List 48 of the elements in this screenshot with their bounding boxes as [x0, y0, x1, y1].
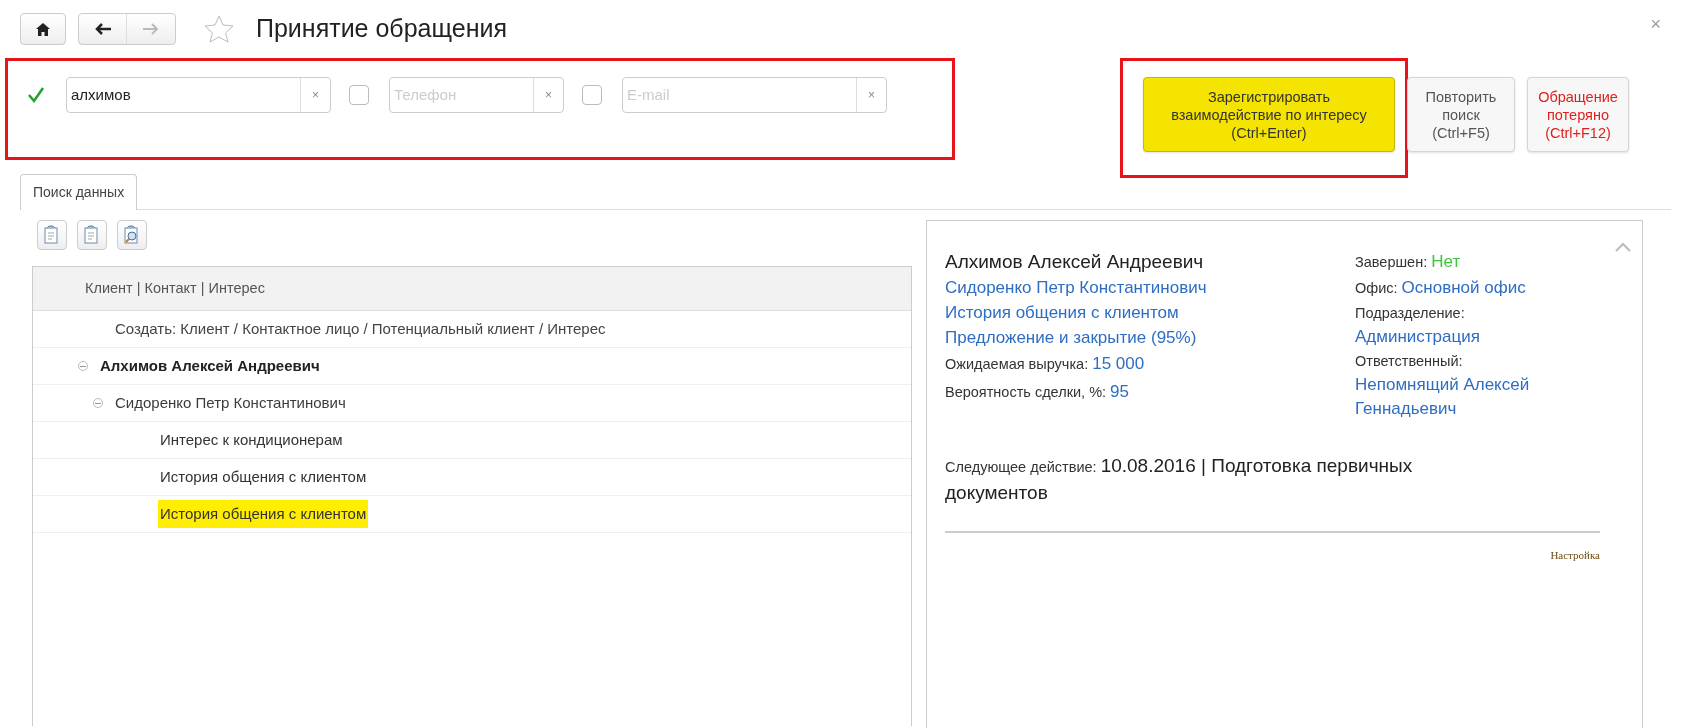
star-icon[interactable]: [204, 15, 234, 43]
column-header: Клиент | Контакт | Интерес: [33, 267, 911, 311]
field-label: Подразделение:: [1355, 304, 1466, 323]
clear-button[interactable]: ×: [300, 78, 330, 112]
tree-item[interactable]: Интерес к кондиционерам: [158, 425, 345, 455]
forward-arrow-icon: [143, 23, 159, 35]
tree-item[interactable]: Сидоренко Петр Константинович: [113, 388, 348, 418]
detail-link[interactable]: История общения с клиентом: [945, 300, 1355, 325]
checkbox[interactable]: [349, 85, 369, 105]
settings-link[interactable]: Настройка: [1550, 547, 1600, 564]
client-name: Алхимов Алексей Андреевич: [945, 250, 1205, 274]
search-document-icon[interactable]: [117, 220, 147, 250]
clear-button[interactable]: ×: [533, 78, 563, 112]
field-link[interactable]: Непомнящий Алексей Геннадьевич: [1355, 373, 1565, 421]
search-field[interactable]: алхимов ×: [66, 77, 331, 113]
detail-link[interactable]: Сидоренко Петр Константинович: [945, 275, 1355, 300]
tree-item[interactable]: История общения с клиентом: [158, 462, 369, 492]
field-link[interactable]: Администрация: [1355, 325, 1565, 349]
field-value: 95: [1110, 381, 1129, 403]
tree-item[interactable]: Алхимов Алексей Андреевич: [98, 351, 322, 381]
field-label: Завершен:: [1355, 253, 1428, 272]
checkbox[interactable]: [582, 85, 602, 105]
document-icon[interactable]: [37, 220, 67, 250]
detail-link[interactable]: Предложение и закрытие (95%): [945, 325, 1355, 350]
collapse-icon[interactable]: [1614, 241, 1632, 253]
document-icon[interactable]: [77, 220, 107, 250]
clear-button[interactable]: ×: [856, 78, 886, 112]
field-label: Ожидаемая выручка:: [945, 355, 1089, 374]
register-button[interactable]: Зарегистрировать взаимодействие по интересу (Ctrl+Enter): [1143, 77, 1395, 152]
retry-search-button[interactable]: Повторить поиск (Ctrl+F5): [1407, 77, 1515, 152]
field-value: 15 000: [1092, 353, 1145, 375]
tree-item[interactable]: История общения с клиентом: [158, 499, 369, 529]
tab[interactable]: Поиск данных: [20, 174, 138, 210]
home-icon: [36, 22, 50, 36]
checkbox[interactable]: [26, 85, 46, 105]
field-label: Офис:: [1355, 279, 1398, 298]
next-action: Следующее действие: 10.08.2016 | Подготовка первичных документов: [945, 454, 1414, 505]
field-link[interactable]: Основной офис: [1401, 275, 1526, 301]
back-arrow-icon: [94, 23, 111, 35]
field-label: Вероятность сделки, %:: [945, 383, 1107, 402]
status-value: Нет: [1431, 251, 1461, 273]
check-icon: [27, 86, 45, 104]
window-title: Принятие обращения: [256, 13, 507, 45]
close-button[interactable]: ×: [1650, 10, 1661, 38]
field-label: Ответственный:: [1355, 352, 1464, 371]
tree-item[interactable]: Создать: Клиент / Контактное лицо / Потенциальный клиент / Интерес: [113, 314, 608, 344]
home-button[interactable]: [20, 13, 66, 45]
lost-button[interactable]: Обращение потеряно (Ctrl+F12): [1527, 77, 1629, 152]
